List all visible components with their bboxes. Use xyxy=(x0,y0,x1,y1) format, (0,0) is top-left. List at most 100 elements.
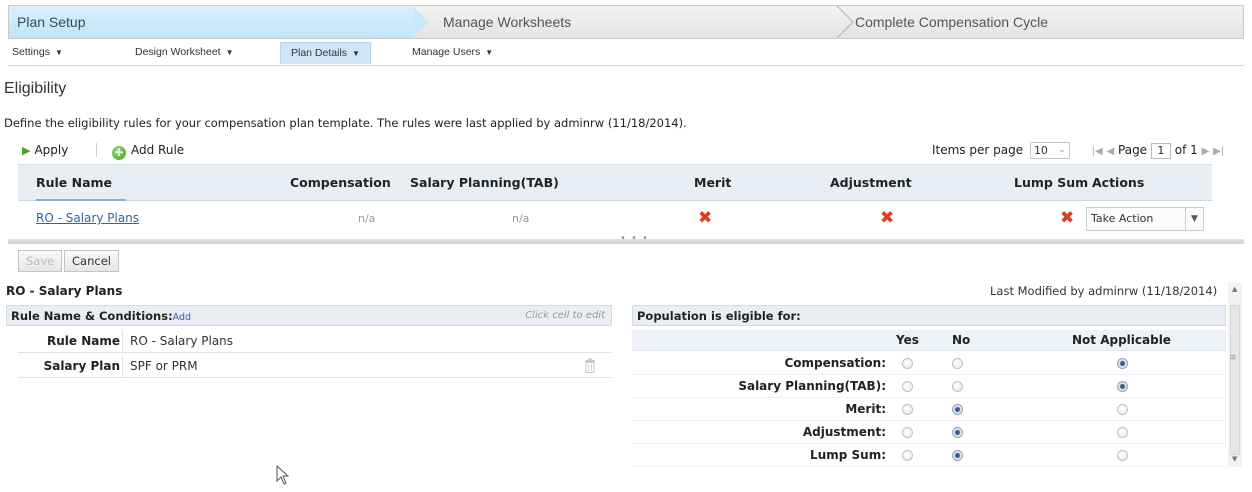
rules-grid-header: Rule Name Compensation Salary Planning(T… xyxy=(18,164,1212,201)
condition-value[interactable]: SPF or PRM xyxy=(122,355,198,377)
menu-manage-users[interactable]: Manage Users ▼ xyxy=(412,46,493,58)
eligibility-row: Lump Sum: xyxy=(632,444,1226,467)
x-mark-icon: ✖ xyxy=(880,208,895,228)
menu-design-worksheet-label: Design Worksheet xyxy=(135,46,221,58)
page-number-input[interactable]: 1 xyxy=(1150,142,1171,159)
play-icon: ▶ xyxy=(22,144,31,157)
conditions-header-label: Rule Name & Conditions: xyxy=(11,309,173,323)
col-rule-name[interactable]: Rule Name xyxy=(36,165,126,201)
page-title: Eligibility xyxy=(4,80,67,97)
grip-icon: • • • xyxy=(620,233,650,244)
conditions-panel-header: Rule Name & Conditions:Add Click cell to… xyxy=(6,305,612,326)
detail-scrollbar[interactable]: ▲ ≡ ▼ xyxy=(1228,283,1242,467)
caret-down-icon: ▼ xyxy=(54,48,63,57)
radio-button-icon[interactable] xyxy=(1117,358,1128,369)
x-mark-icon: ✖ xyxy=(698,208,713,228)
mouse-cursor-icon xyxy=(276,465,290,485)
detail-title: RO - Salary Plans xyxy=(6,284,123,298)
rule-name-cell[interactable]: RO - Salary Plans xyxy=(36,203,139,234)
eligibility-label: Merit: xyxy=(845,402,886,416)
scrollbar-thumb[interactable] xyxy=(1230,305,1240,455)
condition-row[interactable]: Salary Plan SPF or PRM xyxy=(18,355,612,378)
eligibility-column-header: Yes No Not Applicable xyxy=(632,330,1226,351)
page-count-label: of 1 xyxy=(1174,143,1198,157)
chevron-down-icon: ⌄ xyxy=(1058,145,1066,155)
menu-plan-details-label: Plan Details xyxy=(291,47,348,59)
rules-toolbar: ▶ Apply + Add Rule Items per page 10 ⌄ |◀ ◀… xyxy=(18,140,1230,162)
sub-menu: Settings ▼ Design Worksheet ▼ Plan Details… xyxy=(8,40,1244,66)
table-row: RO - Salary Plans n/a n/a ✖ ✖ ✖ Take Act… xyxy=(18,203,1212,234)
condition-row[interactable]: Rule Name RO - Salary Plans xyxy=(18,330,612,353)
eligibility-label: Compensation: xyxy=(784,356,886,370)
col-yes: Yes xyxy=(896,333,919,347)
radio-button-icon[interactable] xyxy=(952,427,963,438)
last-modified-text: Last Modified by adminrw (11/18/2014) xyxy=(990,284,1218,298)
radio-button-icon[interactable] xyxy=(952,358,963,369)
cancel-button[interactable]: Cancel xyxy=(64,250,119,272)
radio-button-icon[interactable] xyxy=(952,381,963,392)
radio-button-icon[interactable] xyxy=(1117,404,1128,415)
radio-button-icon[interactable] xyxy=(1117,427,1128,438)
menu-settings[interactable]: Settings ▼ xyxy=(12,46,63,58)
radio-button-icon[interactable] xyxy=(1117,450,1128,461)
scroll-down-icon[interactable]: ▼ xyxy=(1232,455,1237,463)
radio-button-icon[interactable] xyxy=(952,404,963,415)
panel-splitter[interactable]: • • • xyxy=(8,233,1244,244)
salary-planning-cell: n/a xyxy=(512,212,530,225)
first-page-icon[interactable]: |◀ xyxy=(1092,146,1103,157)
radio-button-icon[interactable] xyxy=(1117,381,1128,392)
items-per-page-select[interactable]: 10 ⌄ xyxy=(1029,142,1070,159)
radio-button-icon[interactable] xyxy=(902,404,913,415)
grip-icon: ≡ xyxy=(1229,353,1237,363)
col-actions: Actions xyxy=(1092,175,1145,190)
eligibility-label: Adjustment: xyxy=(802,425,886,439)
condition-key: Salary Plan xyxy=(43,359,120,373)
take-action-select[interactable]: Take Action ▼ xyxy=(1086,207,1204,231)
trash-icon[interactable] xyxy=(584,358,596,373)
add-rule-button[interactable]: + Add Rule xyxy=(112,140,184,160)
col-lump-sum[interactable]: Lump Sum xyxy=(1014,165,1088,201)
step-manage-worksheets[interactable]: Manage Worksheets xyxy=(443,6,571,38)
radio-button-icon[interactable] xyxy=(902,358,913,369)
step-complete-cycle[interactable]: Complete Compensation Cycle xyxy=(855,6,1048,38)
eligibility-label: Salary Planning(TAB): xyxy=(738,379,886,393)
next-page-icon[interactable]: ▶ xyxy=(1202,146,1210,157)
condition-key: Rule Name xyxy=(47,334,120,348)
items-per-page-value: 10 xyxy=(1033,144,1048,157)
eligibility-row: Adjustment: xyxy=(632,421,1226,444)
items-per-page-label: Items per page xyxy=(932,143,1024,157)
menu-design-worksheet[interactable]: Design Worksheet ▼ xyxy=(135,46,234,58)
caret-down-icon: ▼ xyxy=(485,48,494,57)
col-no: No xyxy=(952,333,971,347)
radio-button-icon[interactable] xyxy=(902,427,913,438)
save-button[interactable]: Save xyxy=(18,250,63,272)
take-action-label: Take Action xyxy=(1091,212,1154,225)
wizard-steps: Plan Setup Manage Worksheets Complete Co… xyxy=(8,5,1244,39)
col-merit[interactable]: Merit xyxy=(694,165,731,201)
chevron-separator-icon xyxy=(836,6,855,38)
scroll-up-icon[interactable]: ▲ xyxy=(1232,285,1237,293)
prev-page-icon[interactable]: ◀ xyxy=(1106,146,1114,157)
page-description: Define the eligibility rules for your co… xyxy=(4,116,687,130)
menu-settings-label: Settings xyxy=(12,46,50,58)
page-label: Page xyxy=(1118,143,1148,157)
last-page-icon[interactable]: ▶| xyxy=(1213,146,1224,157)
col-salary-planning[interactable]: Salary Planning(TAB) xyxy=(410,165,559,201)
toolbar-divider xyxy=(96,143,97,157)
step-plan-setup[interactable]: Plan Setup xyxy=(9,6,429,38)
caret-down-icon: ▼ xyxy=(225,48,234,57)
condition-value[interactable]: RO - Salary Plans xyxy=(122,330,233,352)
col-adjustment[interactable]: Adjustment xyxy=(830,165,912,201)
x-mark-icon: ✖ xyxy=(1060,208,1075,228)
col-compensation[interactable]: Compensation xyxy=(290,165,391,201)
radio-button-icon[interactable] xyxy=(902,381,913,392)
menu-plan-details[interactable]: Plan Details ▼ xyxy=(280,42,371,64)
rule-name-link[interactable]: RO - Salary Plans xyxy=(36,211,139,225)
add-condition-link[interactable]: Add xyxy=(173,312,191,323)
edit-hint: Click cell to edit xyxy=(525,310,605,321)
apply-button[interactable]: ▶ Apply xyxy=(22,140,68,160)
dropdown-arrow-icon[interactable]: ▼ xyxy=(1185,208,1203,230)
apply-label: Apply xyxy=(34,143,69,157)
radio-button-icon[interactable] xyxy=(902,450,913,461)
radio-button-icon[interactable] xyxy=(952,450,963,461)
